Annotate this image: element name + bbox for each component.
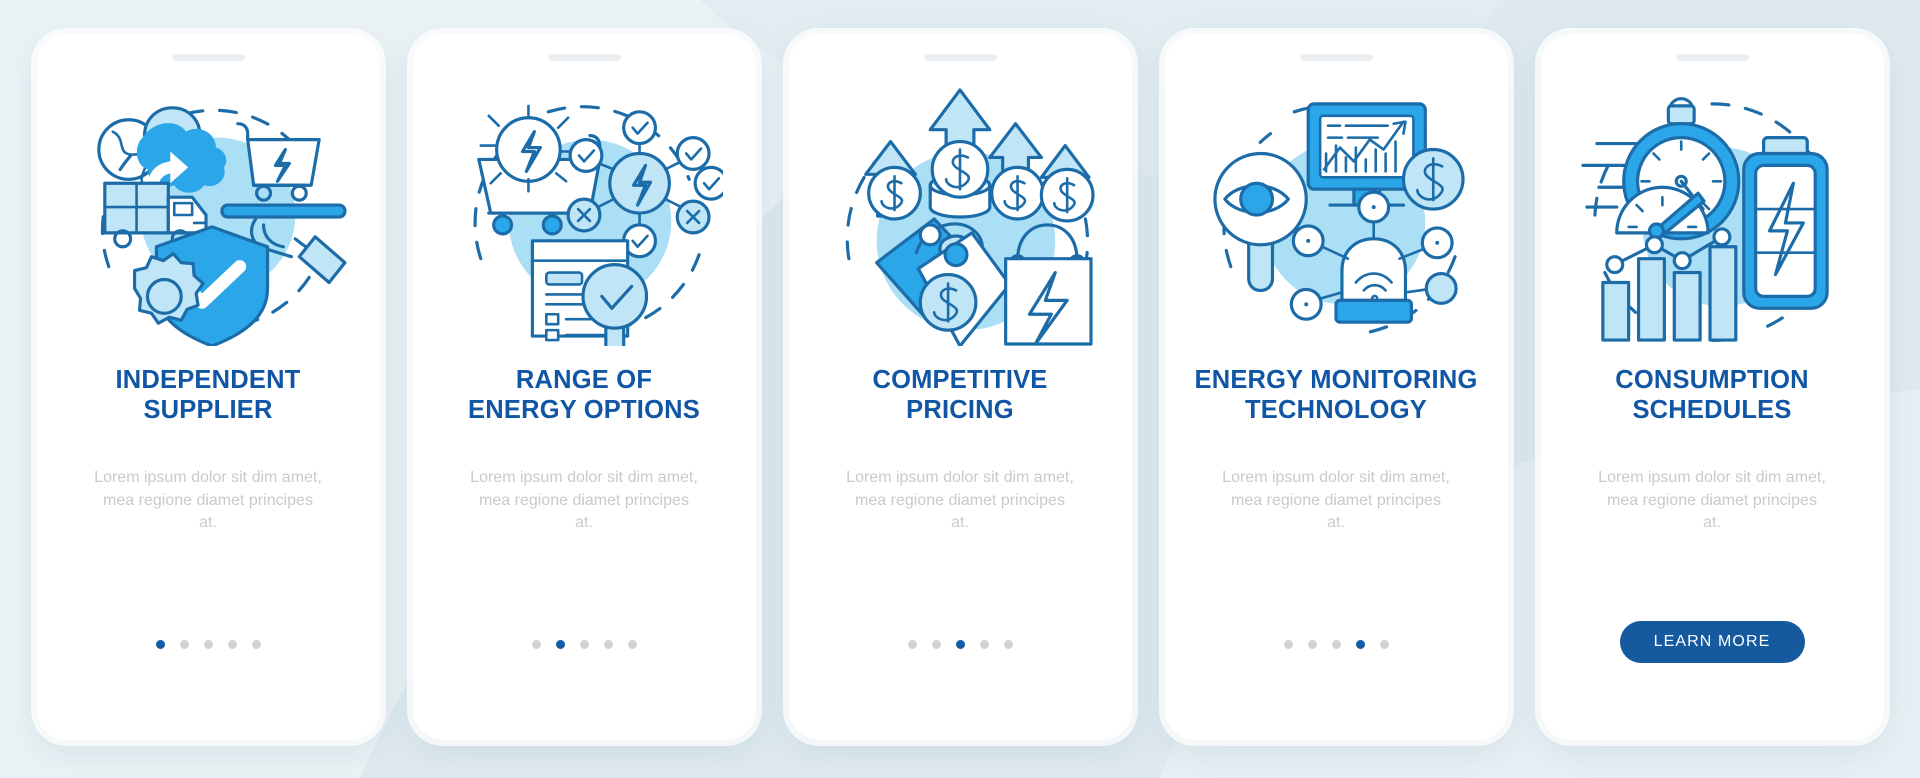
- pagination-dot-2[interactable]: [931, 639, 941, 649]
- onboarding-screen-range-of-energy-options[interactable]: RANGE OF ENERGY OPTIONS Lorem ipsum dolo…: [412, 34, 756, 740]
- screen-description: Lorem ipsum dolor sit dim amet, mea regi…: [470, 469, 698, 531]
- screen-title: RANGE OF ENERGY OPTIONS: [441, 365, 727, 425]
- title-line: SUPPLIER: [143, 396, 273, 424]
- screen-description: Lorem ipsum dolor sit dim amet, mea regi…: [94, 469, 322, 531]
- onboarding-screen-energy-monitoring-technology[interactable]: ENERGY MONITORING TECHNOLOGY Lorem ipsum…: [1164, 34, 1508, 740]
- pagination-dot-4[interactable]: [603, 639, 613, 649]
- onboarding-screens-row: INDEPENDENT SUPPLIER Lorem ipsum dolor s…: [0, 0, 1920, 778]
- pagination-dot-3[interactable]: [1331, 639, 1341, 649]
- screen-title: ENERGY MONITORING TECHNOLOGY: [1193, 365, 1479, 425]
- learn-more-button[interactable]: LEARN MORE: [1619, 621, 1805, 663]
- phone-speaker-notch: [1299, 54, 1373, 61]
- screen-description: Lorem ipsum dolor sit dim amet, mea regi…: [846, 469, 1074, 531]
- pagination-dot-1[interactable]: [1283, 639, 1293, 649]
- pagination-dot-1[interactable]: [531, 639, 541, 649]
- phone-speaker-notch: [1675, 54, 1749, 61]
- phone-speaker-notch: [923, 54, 997, 61]
- pagination-dot-4[interactable]: [227, 639, 237, 649]
- pagination-dot-3[interactable]: [955, 639, 965, 649]
- pagination-dot-5[interactable]: [627, 639, 637, 649]
- pagination-dot-5[interactable]: [1379, 639, 1389, 649]
- pagination-dot-4[interactable]: [979, 639, 989, 649]
- pagination-dots[interactable]: [531, 639, 637, 649]
- title-line: ENERGY MONITORING: [1194, 366, 1478, 394]
- title-line: INDEPENDENT: [115, 366, 301, 394]
- pagination-dot-2[interactable]: [555, 639, 565, 649]
- onboarding-screen-independent-supplier[interactable]: INDEPENDENT SUPPLIER Lorem ipsum dolor s…: [36, 34, 380, 740]
- screen-title: COMPETITIVE PRICING: [817, 365, 1103, 425]
- title-line: RANGE OF: [515, 366, 653, 394]
- energy-monitoring-technology-illustration: [1191, 87, 1481, 347]
- pagination-dot-5[interactable]: [1003, 639, 1013, 649]
- screen-description: Lorem ipsum dolor sit dim amet, mea regi…: [1598, 469, 1826, 531]
- screen-description: Lorem ipsum dolor sit dim amet, mea regi…: [1222, 469, 1450, 531]
- pagination-dot-1[interactable]: [907, 639, 917, 649]
- title-line: CONSUMPTION: [1615, 366, 1809, 394]
- pagination-dot-1[interactable]: [155, 639, 165, 649]
- range-of-energy-options-illustration: [439, 87, 729, 347]
- independent-supplier-illustration: [63, 87, 353, 347]
- title-line: ENERGY OPTIONS: [468, 396, 700, 424]
- pagination-dots[interactable]: [155, 639, 261, 649]
- onboarding-screen-competitive-pricing[interactable]: COMPETITIVE PRICING Lorem ipsum dolor si…: [788, 34, 1132, 740]
- pagination-dot-5[interactable]: [251, 639, 261, 649]
- pagination-dot-4[interactable]: [1355, 639, 1365, 649]
- screen-title: INDEPENDENT SUPPLIER: [65, 365, 351, 425]
- onboarding-screen-consumption-schedules[interactable]: CONSUMPTION SCHEDULES Lorem ipsum dolor …: [1540, 34, 1884, 740]
- pagination-dots[interactable]: [907, 639, 1013, 649]
- title-line: SCHEDULES: [1632, 396, 1792, 424]
- pagination-dot-2[interactable]: [1307, 639, 1317, 649]
- title-line: COMPETITIVE PRICING: [872, 366, 1048, 424]
- phone-speaker-notch: [171, 54, 245, 61]
- pagination-dots[interactable]: [1283, 639, 1389, 649]
- phone-speaker-notch: [547, 54, 621, 61]
- pagination-dot-2[interactable]: [179, 639, 189, 649]
- consumption-schedules-illustration: [1567, 87, 1857, 347]
- pagination-dot-3[interactable]: [203, 639, 213, 649]
- screen-title: CONSUMPTION SCHEDULES: [1569, 365, 1855, 425]
- competitive-pricing-illustration: [815, 87, 1105, 347]
- pagination-dot-3[interactable]: [579, 639, 589, 649]
- title-line: TECHNOLOGY: [1245, 396, 1427, 424]
